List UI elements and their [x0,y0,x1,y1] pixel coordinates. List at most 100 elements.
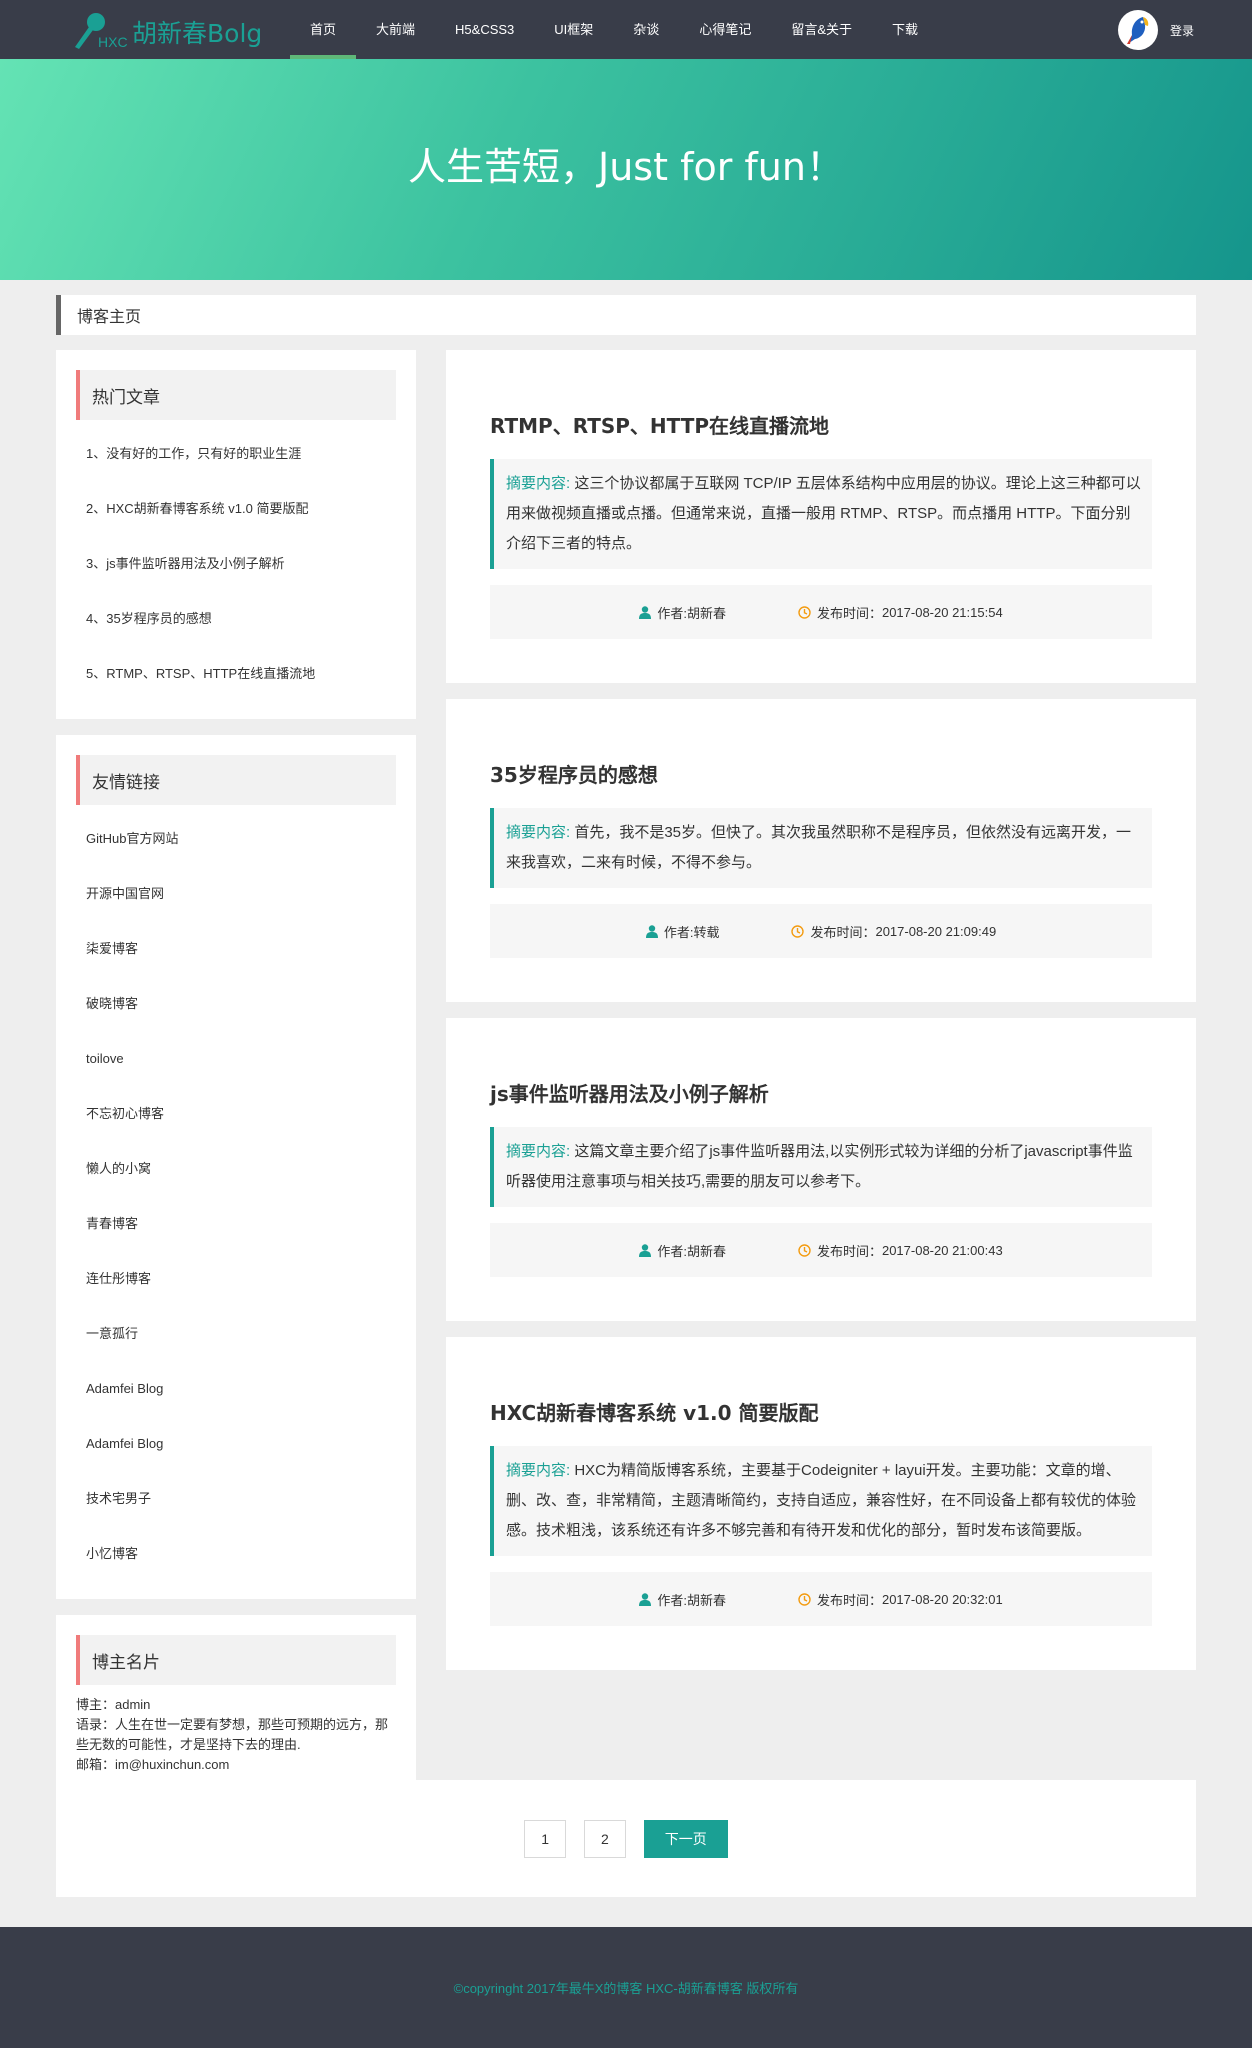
friend-links-list: GitHub官方网站 开源中国官网 柒爱博客 破晓博客 toilove 不忘初心… [76,805,396,1581]
author-name: 胡新春 [686,1243,726,1259]
user-icon [639,605,652,619]
time-prefix: 发布时间： [816,1592,882,1608]
friend-link-item[interactable]: 小忆博客 [86,1526,396,1581]
menu-item-about[interactable]: 留言&关于 [771,0,872,59]
site-logo[interactable]: HXC 胡新春Bolg [72,8,272,52]
menu-item-download[interactable]: 下载 [872,0,938,59]
friend-link-item[interactable]: 破晓博客 [86,976,396,1031]
user-icon [639,1243,652,1257]
article-card: RTMP、RTSP、HTTP在线直播流地 摘要内容: 这三个协议都属于互联网 T… [446,350,1196,683]
breadcrumb: 博客主页 [56,295,1196,335]
main-menu: 首页 大前端 H5&CSS3 UI框架 杂谈 心得笔记 留言&关于 下载 [290,0,938,59]
friend-link-item[interactable]: 青春博客 [86,1196,396,1251]
summary-label: 摘要内容: [506,1143,571,1160]
summary-text: 这篇文章主要介绍了js事件监听器用法,以实例形式较为详细的分析了javascri… [506,1143,1133,1190]
hot-articles-title: 热门文章 [76,370,396,420]
menu-item-home[interactable]: 首页 [290,0,357,59]
article-card: HXC胡新春博客系统 v1.0 简要版配 摘要内容: HXC为精简版博客系统，主… [446,1337,1196,1670]
friend-links-title: 友情链接 [76,755,396,805]
time-value: 2017-08-20 21:15:54 [881,604,1003,620]
article-time: 发布时间： 2017-08-20 21:00:43 [798,1241,1003,1260]
article-card: js事件监听器用法及小例子解析 摘要内容: 这篇文章主要介绍了js事件监听器用法… [446,1018,1196,1321]
time-value: 2017-08-20 21:00:43 [881,1242,1003,1258]
article-meta: 作者: 胡新春 发布时间： 2017-08-20 20:32:01 [490,1572,1152,1626]
article-author: 作者: 胡新春 [639,1590,726,1609]
article-title[interactable]: HXC胡新春博客系统 v1.0 简要版配 [490,1397,1152,1426]
friend-link-item[interactable]: 连仕彤博客 [86,1251,396,1306]
time-prefix: 发布时间： [810,924,876,940]
footer-copyright: ©copyringht 2017年最牛X的博客 HXC-胡新春博客 版权所有 [453,1981,799,1996]
hot-article-item[interactable]: 2、HXC胡新春博客系统 v1.0 简要版配 [86,481,396,536]
pagination: 1 2 下一页 [56,1780,1196,1897]
menu-item-misc[interactable]: 杂谈 [613,0,679,59]
clock-icon [798,605,811,619]
hot-articles-panel: 热门文章 1、没有好的工作，只有好的职业生涯 2、HXC胡新春博客系统 v1.0… [56,350,416,719]
sidebar: 热门文章 1、没有好的工作，只有好的职业生涯 2、HXC胡新春博客系统 v1.0… [56,350,416,1815]
hot-article-item[interactable]: 3、js事件监听器用法及小例子解析 [86,536,396,591]
article-time: 发布时间： 2017-08-20 20:32:01 [798,1590,1003,1609]
hot-articles-list: 1、没有好的工作，只有好的职业生涯 2、HXC胡新春博客系统 v1.0 简要版配… [76,420,396,701]
time-prefix: 发布时间： [816,1243,882,1259]
article-summary: 摘要内容: 这三个协议都属于互联网 TCP/IP 五层体系结构中应用层的协议。理… [490,459,1152,569]
time-value: 2017-08-20 20:32:01 [881,1591,1003,1607]
article-title[interactable]: 35岁程序员的感想 [490,759,1152,788]
avatar[interactable] [1117,10,1158,50]
article-time: 发布时间： 2017-08-20 21:15:54 [798,603,1003,622]
main-area: 热门文章 1、没有好的工作，只有好的职业生涯 2、HXC胡新春博客系统 v1.0… [56,350,1196,1897]
logo-small-text: HXC [98,34,128,50]
login-link[interactable]: 登录 [1170,22,1194,39]
page-2-button[interactable]: 2 [584,1819,626,1858]
hot-article-item[interactable]: 4、35岁程序员的感想 [86,591,396,646]
summary-text: 首先，我不是35岁。但快了。其次我虽然职称不是程序员，但依然没有远离开发，一来我… [506,824,1132,871]
parrot-icon [1126,17,1149,44]
menu-item-notes[interactable]: 心得笔记 [679,0,771,59]
logo-brand-text: 胡新春Bolg [132,19,263,48]
clock-icon [798,1243,811,1257]
friend-link-item[interactable]: 一意孤行 [86,1306,396,1361]
breadcrumb-label[interactable]: 博客主页 [77,303,141,327]
owner-card-title: 博主名片 [76,1635,396,1685]
clock-icon [791,924,805,938]
article-title[interactable]: RTMP、RTSP、HTTP在线直播流地 [490,410,1152,439]
summary-text: 这三个协议都属于互联网 TCP/IP 五层体系结构中应用层的协议。理论上这三种都… [506,475,1141,552]
owner-card-panel: 博主名片 博主：admin 语录：人生在世一定要有梦想，那些可预期的远方，那些无… [56,1615,416,1799]
hot-article-item[interactable]: 1、没有好的工作，只有好的职业生涯 [86,426,396,481]
hot-article-item[interactable]: 5、RTMP、RTSP、HTTP在线直播流地 [86,646,396,701]
friend-link-item[interactable]: 不忘初心博客 [86,1086,396,1141]
friend-link-item[interactable]: GitHub官方网站 [86,811,396,866]
page-1-button[interactable]: 1 [524,1819,566,1858]
menu-item-frontend[interactable]: 大前端 [356,0,435,59]
article-time: 发布时间： 2017-08-20 21:09:49 [791,922,996,941]
article-author: 作者: 胡新春 [639,603,726,622]
friend-link-item[interactable]: 柒爱博客 [86,921,396,976]
owner-card-body: 博主：admin 语录：人生在世一定要有梦想，那些可预期的远方，那些无数的可能性… [76,1685,396,1781]
owner-motto: 语录：人生在世一定要有梦想，那些可预期的远方，那些无数的可能性，才是坚持下去的理… [76,1717,389,1752]
owner-email: 邮箱：im@huxinchun.com [76,1757,230,1772]
owner-name: 博主：admin [76,1697,151,1712]
friend-link-item[interactable]: Adamfei Blog [86,1416,396,1471]
friend-link-item[interactable]: Adamfei Blog [86,1361,396,1416]
article-list: RTMP、RTSP、HTTP在线直播流地 摘要内容: 这三个协议都属于互联网 T… [446,350,1196,1686]
summary-label: 摘要内容: [506,1462,571,1479]
author-name: 胡新春 [686,605,726,621]
user-icon [639,1592,652,1606]
menu-item-h5css3[interactable]: H5&CSS3 [435,0,534,59]
menu-item-ui[interactable]: UI框架 [534,0,613,59]
author-prefix: 作者: [657,605,687,621]
article-meta: 作者: 胡新春 发布时间： 2017-08-20 21:00:43 [490,1223,1152,1277]
friend-link-item[interactable]: 技术宅男子 [86,1471,396,1526]
summary-label: 摘要内容: [506,824,571,841]
user-icon [645,924,658,938]
friend-link-item[interactable]: 懒人的小窝 [86,1141,396,1196]
article-summary: 摘要内容: 首先，我不是35岁。但快了。其次我虽然职称不是程序员，但依然没有远离… [490,808,1152,888]
summary-text: HXC为精简版博客系统，主要基于Codeigniter + layui开发。主要… [506,1462,1137,1539]
next-page-button[interactable]: 下一页 [643,1819,728,1858]
article-author: 作者: 胡新春 [639,1241,726,1260]
article-title[interactable]: js事件监听器用法及小例子解析 [490,1078,1152,1107]
friend-link-item[interactable]: 开源中国官网 [86,866,396,921]
article-card: 35岁程序员的感想 摘要内容: 首先，我不是35岁。但快了。其次我虽然职称不是程… [446,699,1196,1002]
friend-link-item[interactable]: toilove [86,1031,396,1086]
clock-icon [798,1592,811,1606]
article-meta: 作者: 胡新春 发布时间： 2017-08-20 21:15:54 [490,585,1152,639]
author-prefix: 作者: [663,924,694,940]
